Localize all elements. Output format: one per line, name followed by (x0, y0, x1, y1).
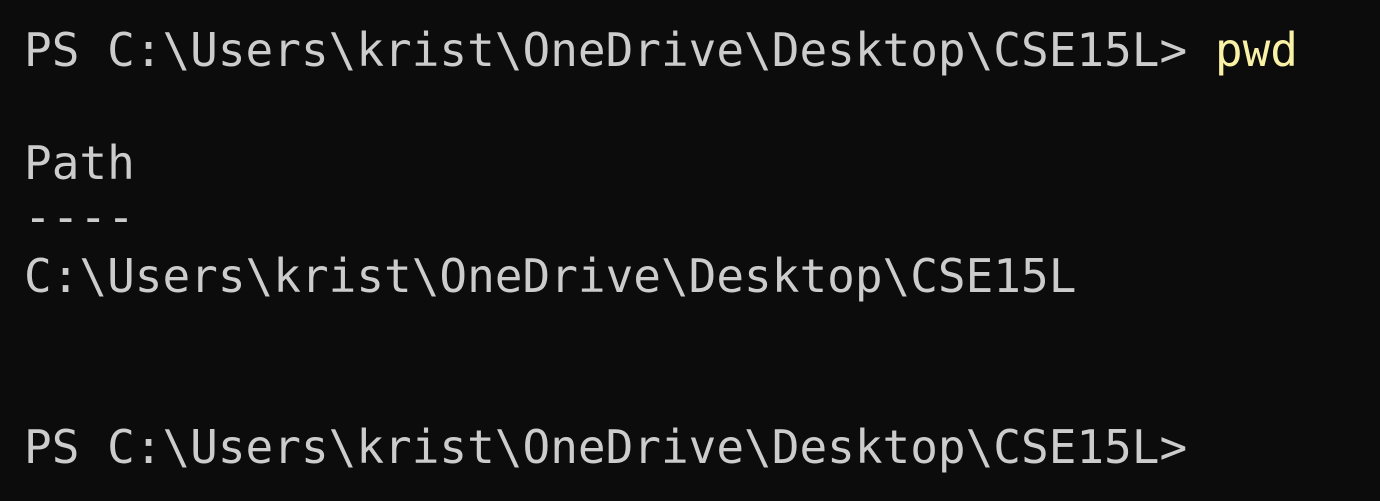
output-header: Path (24, 136, 135, 190)
prompt-text: PS C:\Users\krist\OneDrive\Desktop\CSE15… (24, 23, 1188, 77)
prompt-text-current: PS C:\Users\krist\OneDrive\Desktop\CSE15… (24, 420, 1188, 474)
output-separator: ---- (24, 190, 135, 244)
output-value: C:\Users\krist\OneDrive\Desktop\CSE15L (24, 249, 1077, 303)
terminal-window[interactable]: PS C:\Users\krist\OneDrive\Desktop\CSE15… (0, 0, 1380, 501)
command-text: pwd (1214, 23, 1298, 77)
prompt-line: PS C:\Users\krist\OneDrive\Desktop\CSE15… (24, 27, 1298, 73)
prompt-line-current[interactable]: PS C:\Users\krist\OneDrive\Desktop\CSE15… (24, 424, 1187, 470)
